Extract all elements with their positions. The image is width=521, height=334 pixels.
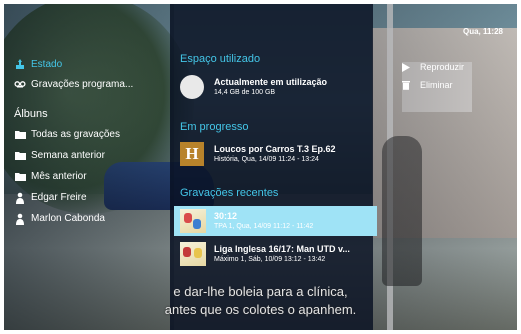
thumbnail-figure: [194, 248, 202, 258]
sidebar-item-status[interactable]: Estado: [14, 54, 164, 74]
sidebar-menu: Estado Gravações programa... Álbuns Toda…: [14, 54, 164, 229]
sidebar-item-scheduled[interactable]: Gravações programa...: [14, 74, 164, 94]
folder-icon: [14, 150, 26, 162]
disk-usage-icon: [180, 75, 204, 99]
album-label: Mês anterior: [31, 171, 87, 182]
actions-menu: Reproduzir Eliminar: [401, 58, 464, 94]
albums-list: Todas as gravações Semana anterior Mês a…: [14, 124, 164, 229]
clock: Qua, 11:28: [462, 27, 503, 36]
recent-recording-item[interactable]: 30:12 TPA 1, Qua, 14/09 11:12 - 11:42: [180, 209, 313, 233]
play-label: Reproduzir: [420, 62, 465, 72]
subtitle-line-2: antes que os colotes o apanhem.: [164, 302, 357, 317]
delete-label: Eliminar: [420, 80, 453, 90]
space-used-title: Espaço utilizado: [180, 53, 261, 65]
space-used-value: 14,4 GB de 100 GB: [214, 89, 276, 96]
space-used-row: Actualmente em utilização 14,4 GB de 100…: [180, 75, 327, 99]
in-progress-row[interactable]: H Loucos por Carros T.3 Ep.62 História, …: [180, 142, 336, 166]
right-shade: [373, 4, 517, 330]
in-progress-title: Em progresso: [180, 121, 249, 133]
person-icon: [14, 192, 26, 204]
delete-button[interactable]: Eliminar: [401, 76, 464, 94]
album-label: Todas as gravações: [31, 129, 120, 140]
recording-thumbnail: [180, 209, 206, 233]
album-label: Marlon Cabonda: [31, 213, 105, 224]
person-icon: [14, 213, 26, 225]
recording-details: Máximo 1, Sáb, 10/09 13:12 - 13:42: [214, 256, 326, 263]
recording-thumbnail: [180, 242, 206, 266]
album-label: Edgar Freire: [31, 192, 87, 203]
history-channel-logo: H: [180, 142, 204, 166]
sidebar-item-label: Gravações programa...: [31, 78, 134, 90]
thumbnail-figure: [193, 219, 201, 229]
folder-icon: [14, 171, 26, 183]
in-progress-details: História, Qua, 14/09 11:24 - 13:24: [214, 156, 319, 163]
recording-details: TPA 1, Qua, 14/09 11:12 - 11:42: [214, 223, 314, 230]
album-label: Semana anterior: [31, 150, 105, 161]
recording-title: Liga Inglesa 16/17: Man UTD v...: [214, 244, 350, 254]
in-progress-title-text: Loucos por Carros T.3 Ep.62: [214, 144, 336, 154]
sidebar-item-label: Estado: [31, 58, 63, 70]
recording-title: 30:12: [214, 211, 238, 221]
tv-screen: Qua, 11:28 Estado Gravações programa... …: [4, 4, 517, 330]
scheduled-recordings-icon: [14, 78, 26, 90]
subtitle-line-1: e dar-lhe boleia para a clínica,: [173, 284, 348, 299]
thumbnail-figure: [184, 213, 192, 223]
albums-title: Álbuns: [14, 108, 48, 120]
play-icon: [401, 62, 411, 72]
space-used-label: Actualmente em utilização: [214, 77, 328, 87]
recent-recordings-title: Gravações recentes: [180, 187, 279, 199]
play-button[interactable]: Reproduzir: [401, 58, 464, 76]
album-marlon-cabonda[interactable]: Marlon Cabonda: [14, 208, 164, 229]
album-edgar-freire[interactable]: Edgar Freire: [14, 187, 164, 208]
thumbnail-figure: [183, 247, 191, 257]
recent-recording-item[interactable]: Liga Inglesa 16/17: Man UTD v... Máximo …: [180, 242, 350, 266]
trash-icon: [401, 80, 411, 90]
album-previous-month[interactable]: Mês anterior: [14, 166, 164, 187]
status-icon: [14, 58, 26, 70]
album-all-recordings[interactable]: Todas as gravações: [14, 124, 164, 145]
album-previous-week[interactable]: Semana anterior: [14, 145, 164, 166]
folder-icon: [14, 129, 26, 141]
